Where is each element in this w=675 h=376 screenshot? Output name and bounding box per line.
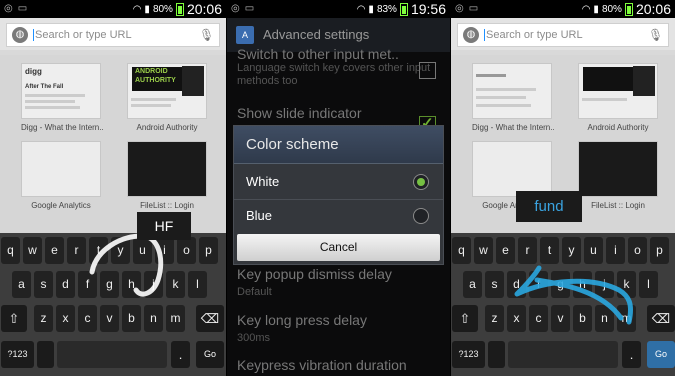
- option-label: Blue: [246, 208, 273, 223]
- setting-title: Key long press delay: [237, 312, 367, 328]
- setting-summary: Language switch key covers other input m…: [237, 62, 431, 87]
- radio-white-selected[interactable]: [413, 174, 429, 190]
- swipe-trail: [514, 265, 634, 325]
- cancel-button[interactable]: Cancel: [237, 234, 440, 261]
- setting-title: Key popup dismiss delay: [237, 266, 392, 282]
- setting-summary: 300ms: [237, 332, 271, 344]
- setting-switch-input[interactable]: Switch to other input met.. Language swi…: [237, 46, 437, 88]
- option-blue[interactable]: Blue: [234, 199, 443, 233]
- screen-keyboard-swipe-hf: ◎ ▭ ◠ ▮ 80% 20:06 ◍ Search or type URL 🎙 …: [0, 0, 226, 376]
- wifi-icon: ◠: [356, 3, 366, 15]
- setting-key-popup-dismiss-delay[interactable]: Key popup dismiss delay Default: [237, 266, 437, 299]
- setting-title: Switch to other input met..: [237, 46, 399, 62]
- gps-icon: ◎: [231, 3, 240, 14]
- setting-keypress-vibration[interactable]: Keypress vibration duration: [237, 357, 437, 373]
- gesture-preview-popup: HF: [137, 212, 191, 240]
- screen-keyboard-swipe-fund: ◎ ▭ ◠ ▮ 80% 20:06 ◍ Search or type URL 🎙 …: [451, 0, 675, 376]
- switch-input-checkbox[interactable]: [419, 62, 436, 79]
- battery-percent: 83%: [376, 3, 397, 15]
- setting-show-slide-indicator[interactable]: Show slide indicator: [237, 105, 437, 121]
- gesture-preview-popup: fund: [516, 191, 582, 222]
- radio-blue[interactable]: [413, 208, 429, 224]
- page-title: Advanced settings: [263, 27, 370, 42]
- option-white[interactable]: White: [234, 165, 443, 199]
- setting-title: Keypress vibration duration: [237, 357, 407, 373]
- app-icon: A: [236, 26, 254, 44]
- screen-advanced-settings: ◎ ▭ ◠ ▮ 83% 19:56 Advanced settings A Swi…: [227, 0, 450, 376]
- option-label: White: [246, 174, 280, 189]
- color-scheme-dialog: Color scheme White Blue Cancel: [233, 125, 444, 265]
- clock: 19:56: [410, 1, 446, 17]
- usb-icon: ▭: [244, 3, 255, 14]
- signal-icon: ▮: [368, 3, 374, 15]
- setting-key-long-press-delay[interactable]: Key long press delay 300ms: [237, 312, 437, 345]
- status-bar: ◎ ▭ ◠ ▮ 83% 19:56: [227, 0, 450, 18]
- setting-summary: Default: [237, 286, 272, 298]
- battery-icon: [399, 2, 408, 16]
- setting-title: Show slide indicator: [237, 105, 362, 121]
- swipe-trail: [89, 233, 164, 297]
- dialog-title: Color scheme: [234, 126, 443, 164]
